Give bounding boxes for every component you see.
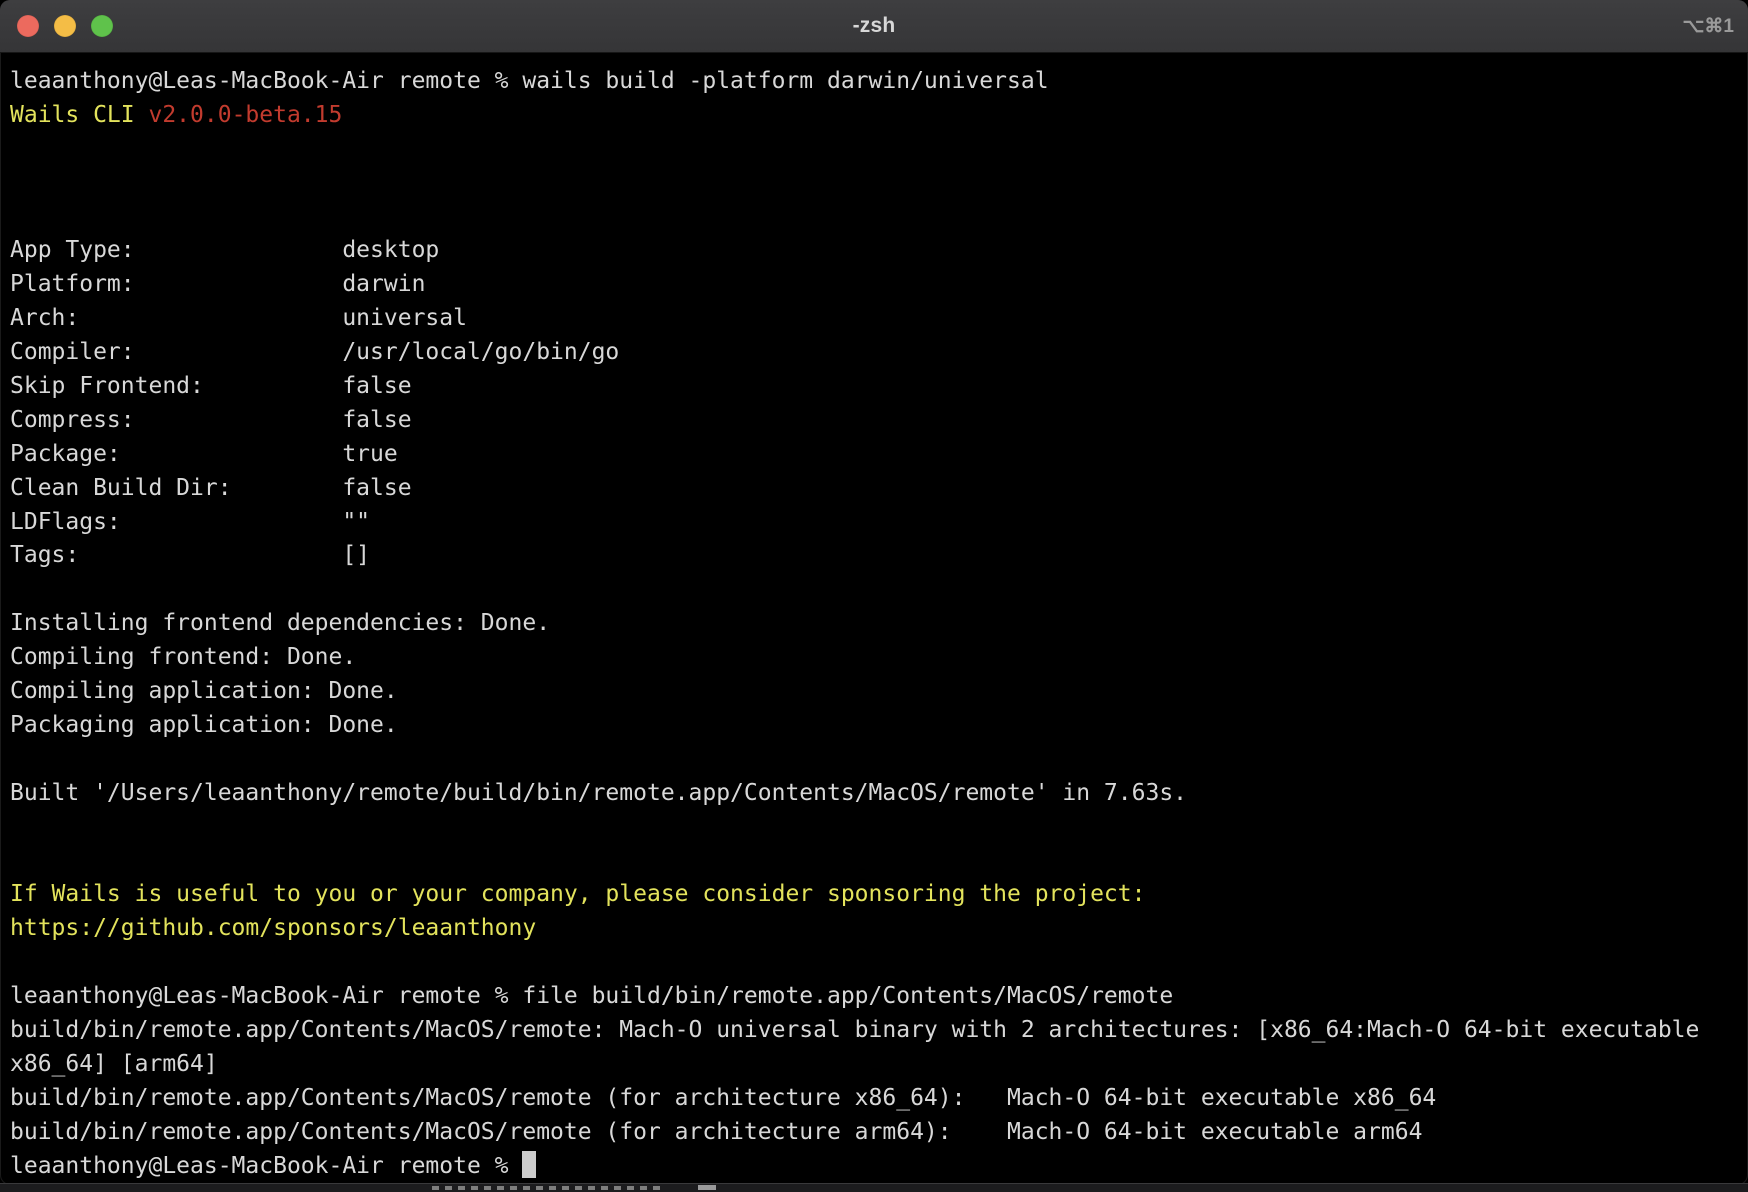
terminal-line: build/bin/remote.app/Contents/MacOS/remo…: [10, 1082, 1738, 1116]
window-shortcut-badge: ⌥⌘1: [1683, 15, 1748, 38]
background-window-sliver: [0, 1183, 1748, 1192]
titlebar[interactable]: -zsh ⌥⌘1: [0, 0, 1748, 53]
terminal-text-segment: App Type: desktop: [10, 237, 439, 263]
terminal-text-segment: Platform: darwin: [10, 271, 425, 297]
terminal-text-segment: https://github.com/sponsors/leaanthony: [10, 915, 536, 941]
background-window-text-blur: [698, 1185, 716, 1190]
terminal-text-segment: Clean Build Dir: false: [10, 475, 412, 501]
terminal-text-segment: Built '/Users/leaanthony/remote/build/bi…: [10, 780, 1187, 806]
terminal-text-segment: Skip Frontend: false: [10, 373, 412, 399]
terminal-text-segment: Compress: false: [10, 407, 412, 433]
terminal-text-segment: Package: true: [10, 441, 398, 467]
minimize-button[interactable]: [54, 15, 76, 37]
terminal-line: [10, 573, 1738, 607]
terminal-text-segment: Packaging application: Done.: [10, 712, 398, 738]
terminal-line: [10, 743, 1738, 777]
terminal-line: https://github.com/sponsors/leaanthony: [10, 912, 1738, 946]
terminal-cursor: [522, 1151, 536, 1178]
terminal-line: [10, 201, 1738, 235]
terminal-line: [10, 167, 1738, 201]
terminal-text-segment: If Wails is useful to you or your compan…: [10, 881, 1145, 907]
terminal-line: leaanthony@Leas-MacBook-Air remote %: [10, 1150, 1738, 1184]
terminal-text-segment: Installing frontend dependencies: Done.: [10, 610, 550, 636]
terminal-line: build/bin/remote.app/Contents/MacOS/remo…: [10, 1014, 1738, 1048]
terminal-line: [10, 133, 1738, 167]
terminal-line: Compiling frontend: Done.: [10, 641, 1738, 675]
terminal-line: Wails CLI v2.0.0-beta.15: [10, 99, 1738, 133]
terminal-text-segment: v2.0.0-beta.15: [148, 102, 342, 128]
background-window-text-blur: [432, 1186, 662, 1190]
terminal-line: Packaging application: Done.: [10, 709, 1738, 743]
terminal-text-segment: Tags: []: [10, 542, 370, 568]
terminal-text-segment: leaanthony@Leas-MacBook-Air remote %: [10, 1153, 522, 1179]
terminal-line: Package: true: [10, 438, 1738, 472]
terminal-output[interactable]: leaanthony@Leas-MacBook-Air remote % wai…: [0, 53, 1748, 1183]
terminal-line: [10, 844, 1738, 878]
terminal-text-segment: Arch: universal: [10, 305, 467, 331]
terminal-line: If Wails is useful to you or your compan…: [10, 878, 1738, 912]
terminal-text-segment: leaanthony@Leas-MacBook-Air remote % wai…: [10, 68, 1049, 94]
terminal-line: Installing frontend dependencies: Done.: [10, 607, 1738, 641]
terminal-line: leaanthony@Leas-MacBook-Air remote % fil…: [10, 980, 1738, 1014]
window-title: -zsh: [0, 14, 1748, 38]
terminal-line: [10, 946, 1738, 980]
terminal-text-segment: Wails CLI: [10, 102, 148, 128]
traffic-lights: [0, 15, 113, 37]
zoom-button[interactable]: [91, 15, 113, 37]
terminal-text-segment: build/bin/remote.app/Contents/MacOS/remo…: [10, 1085, 1436, 1111]
terminal-line: Tags: []: [10, 539, 1738, 573]
terminal-line: Compiler: /usr/local/go/bin/go: [10, 336, 1738, 370]
terminal-line: App Type: desktop: [10, 234, 1738, 268]
terminal-window: -zsh ⌥⌘1 leaanthony@Leas-MacBook-Air rem…: [0, 0, 1748, 1185]
terminal-text-segment: LDFlags: "": [10, 509, 370, 535]
terminal-line: Arch: universal: [10, 302, 1738, 336]
terminal-line: Built '/Users/leaanthony/remote/build/bi…: [10, 777, 1738, 811]
terminal-line: Compress: false: [10, 404, 1738, 438]
terminal-line: LDFlags: "": [10, 506, 1738, 540]
terminal-text-segment: Compiling application: Done.: [10, 678, 398, 704]
terminal-text-segment: x86_64] [arm64]: [10, 1051, 218, 1077]
terminal-line: Clean Build Dir: false: [10, 472, 1738, 506]
terminal-line: Skip Frontend: false: [10, 370, 1738, 404]
terminal-line: [10, 811, 1738, 845]
terminal-line: Compiling application: Done.: [10, 675, 1738, 709]
terminal-line: build/bin/remote.app/Contents/MacOS/remo…: [10, 1116, 1738, 1150]
terminal-text-segment: Compiler: /usr/local/go/bin/go: [10, 339, 619, 365]
terminal-line: Platform: darwin: [10, 268, 1738, 302]
terminal-text-segment: leaanthony@Leas-MacBook-Air remote % fil…: [10, 983, 1173, 1009]
terminal-line: leaanthony@Leas-MacBook-Air remote % wai…: [10, 65, 1738, 99]
close-button[interactable]: [17, 15, 39, 37]
terminal-line: x86_64] [arm64]: [10, 1048, 1738, 1082]
terminal-text-segment: build/bin/remote.app/Contents/MacOS/remo…: [10, 1119, 1422, 1145]
terminal-text-segment: build/bin/remote.app/Contents/MacOS/remo…: [10, 1017, 1699, 1043]
terminal-text-segment: Compiling frontend: Done.: [10, 644, 356, 670]
